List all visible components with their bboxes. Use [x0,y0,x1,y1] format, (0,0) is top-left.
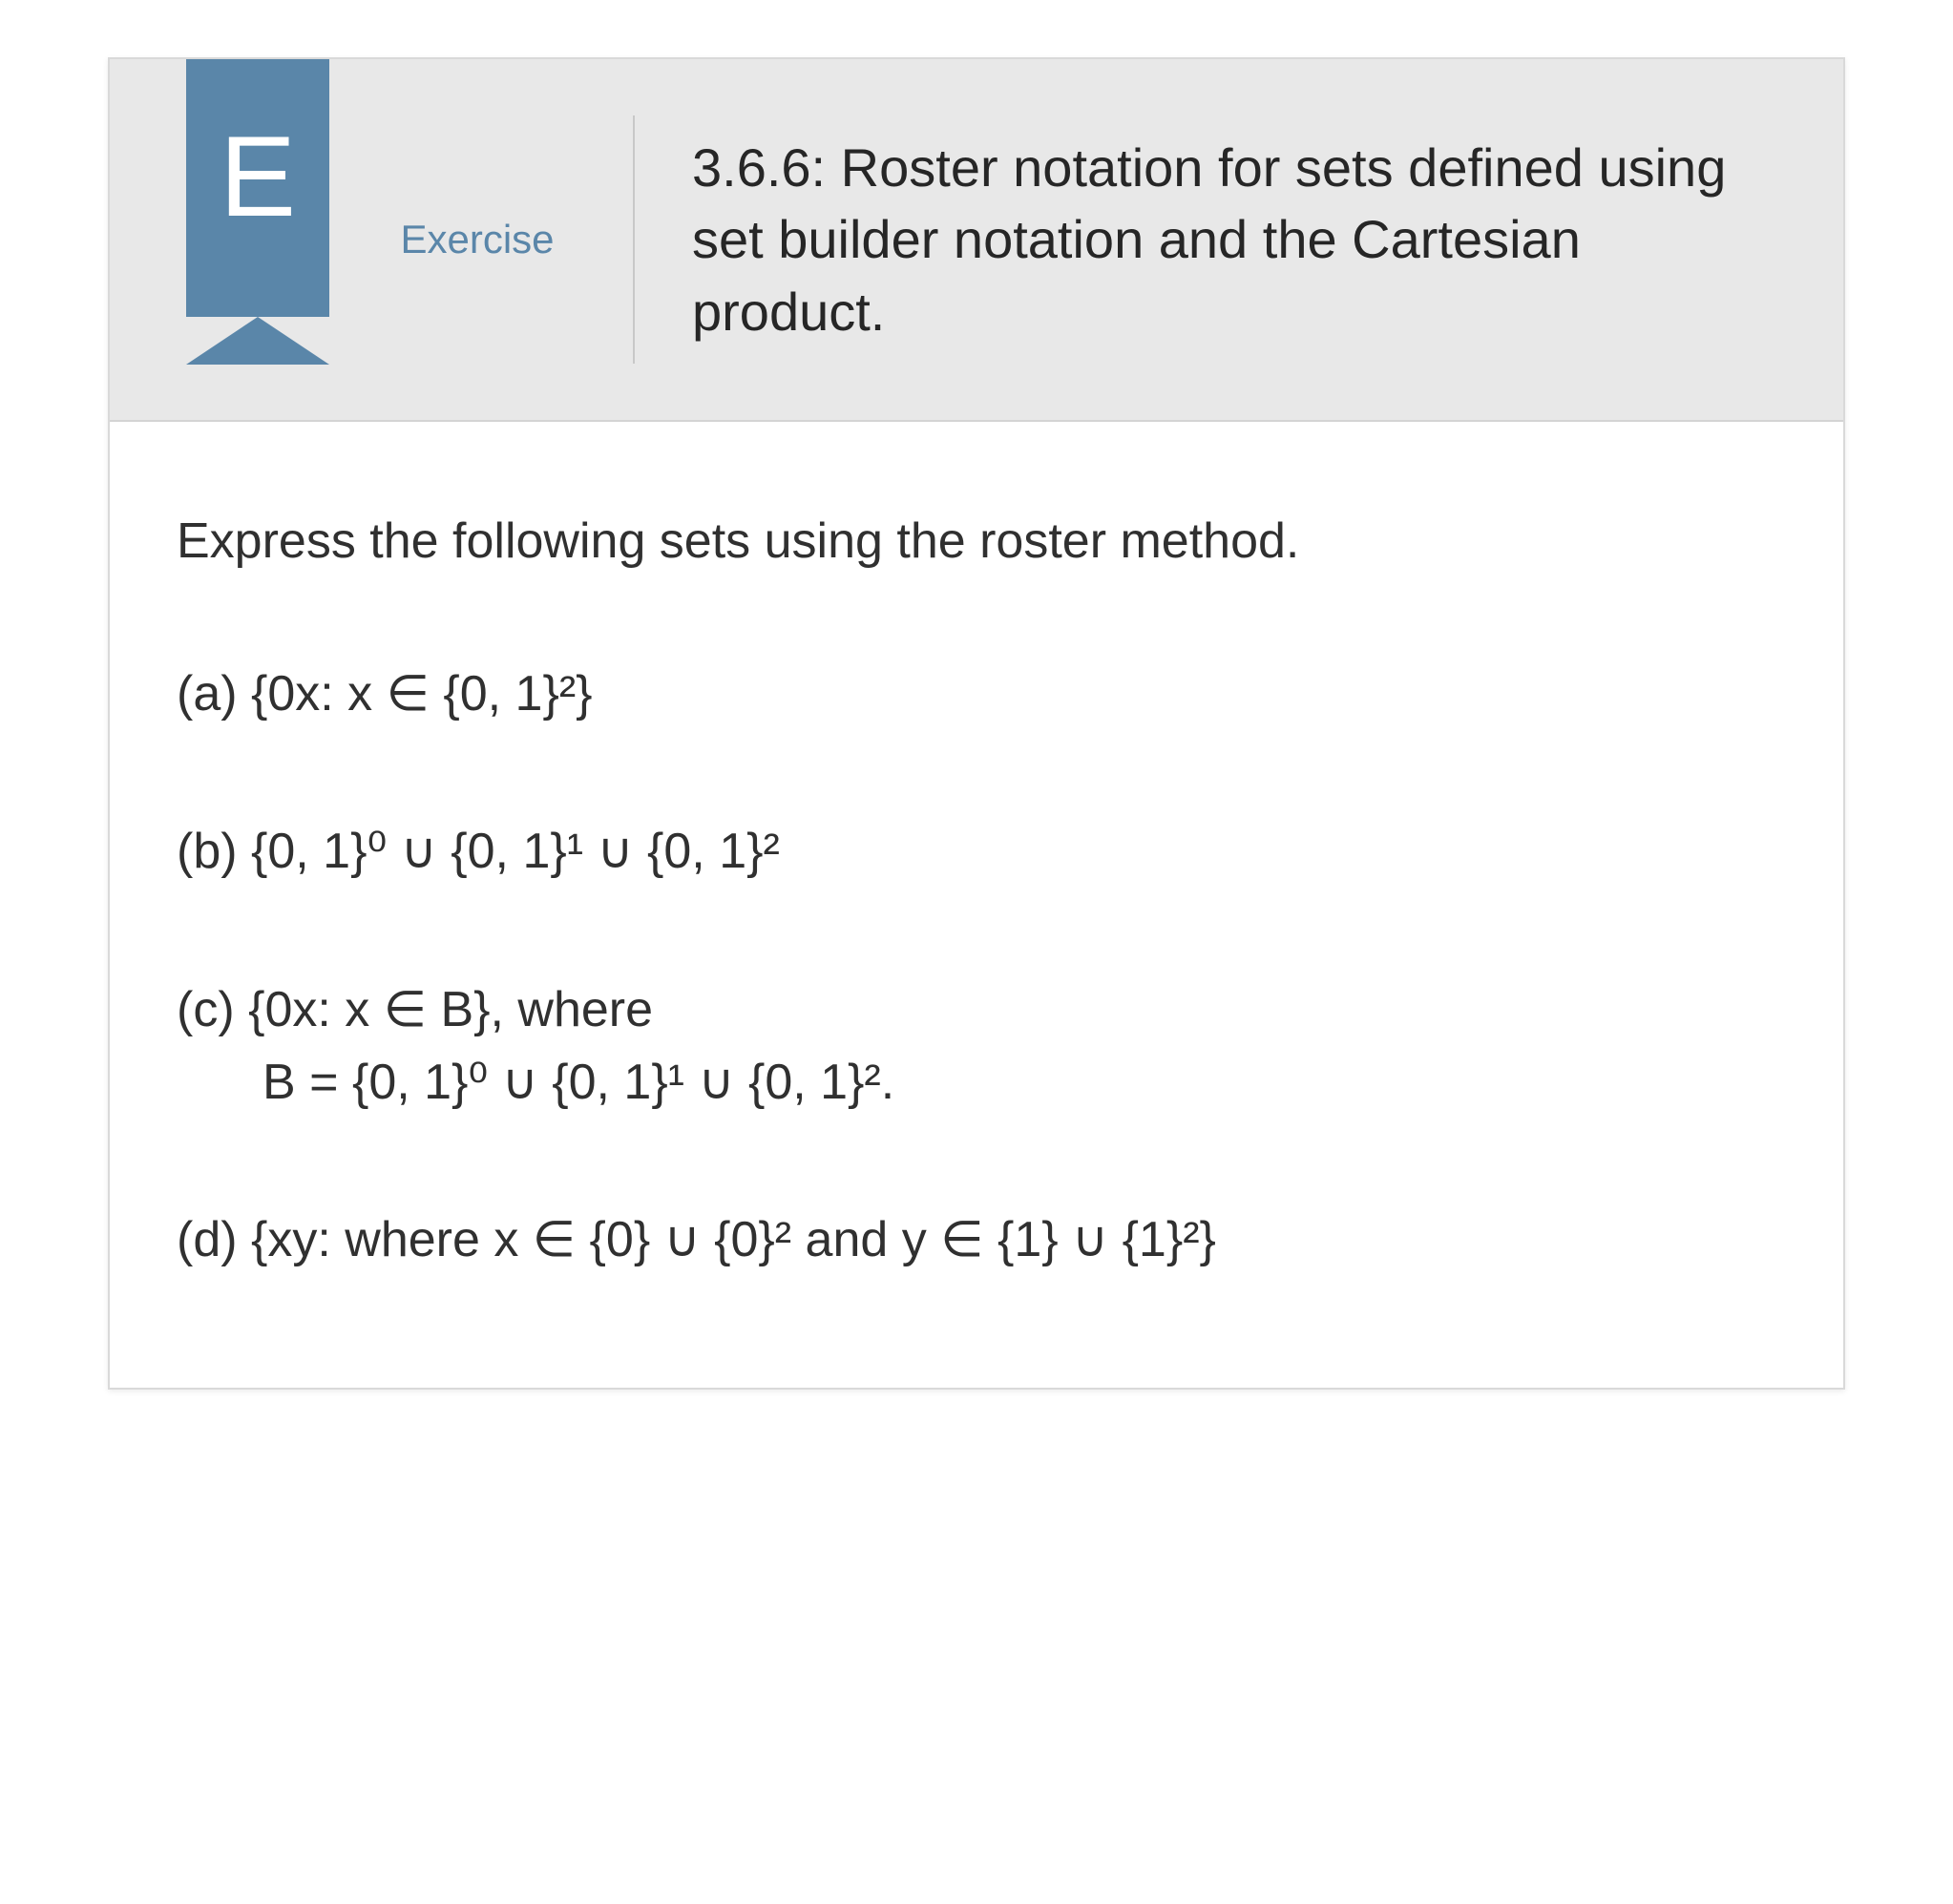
exercise-title: 3.6.6: Roster notation for sets defined … [692,132,1786,348]
badge-letter: E [220,119,296,234]
item-a-text: (a) {0x: x ∈ {0, 1}²} [177,666,593,722]
item-d-text: (d) {xy: where x ∈ {0} ∪ {0}² and y ∈ {1… [177,1212,1216,1267]
item-b-text: (b) {0, 1}⁰ ∪ {0, 1}¹ ∪ {0, 1}² [177,824,780,879]
exercise-badge: E [186,59,329,317]
exercise-item-a: (a) {0x: x ∈ {0, 1}²} [177,660,1776,727]
badge-column: E [110,59,320,420]
exercise-item-c: (c) {0x: x ∈ B}, where B = {0, 1}⁰ ∪ {0,… [177,976,1776,1116]
exercise-prompt: Express the following sets using the ros… [177,508,1776,575]
exercise-body: Express the following sets using the ros… [110,422,1843,1388]
title-column: 3.6.6: Roster notation for sets defined … [635,59,1843,420]
exercise-label: Exercise [400,217,554,262]
exercise-header: E Exercise 3.6.6: Roster notation for se… [110,59,1843,422]
exercise-item-b: (b) {0, 1}⁰ ∪ {0, 1}¹ ∪ {0, 1}² [177,818,1776,885]
exercise-card: E Exercise 3.6.6: Roster notation for se… [108,57,1845,1390]
header-divider [633,115,635,364]
label-column: Exercise [320,59,635,420]
item-c-line2: B = {0, 1}⁰ ∪ {0, 1}¹ ∪ {0, 1}². [177,1049,1776,1116]
exercise-item-d: (d) {xy: where x ∈ {0} ∪ {0}² and y ∈ {1… [177,1206,1776,1273]
item-c-line1: (c) {0x: x ∈ B}, where [177,976,1776,1043]
